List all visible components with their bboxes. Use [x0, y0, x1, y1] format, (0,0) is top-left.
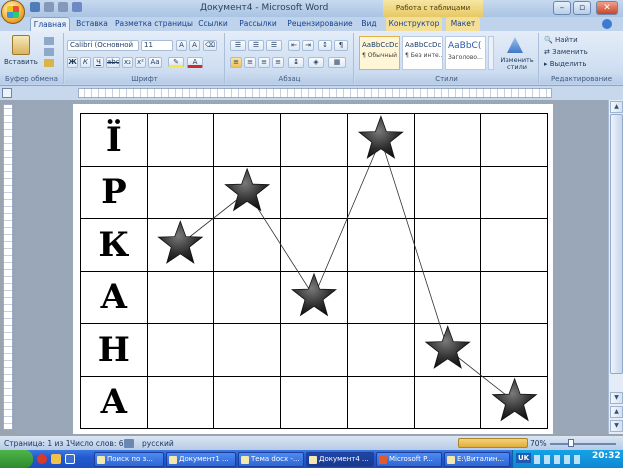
zoom-slider[interactable]: [550, 443, 616, 445]
star-chart: [157, 115, 538, 422]
clock: 20:32: [592, 451, 621, 461]
proofing-icon[interactable]: [124, 439, 134, 448]
taskbar-item[interactable]: E:\Виталин...: [444, 452, 510, 467]
zoom-level[interactable]: 70%: [530, 439, 547, 448]
taskbar-item-active[interactable]: Документ4 ...: [306, 452, 374, 467]
taskbar-app-icon: [241, 456, 249, 464]
series-line: [180, 138, 515, 403]
taskbar-app-icon: [309, 456, 317, 464]
scroll-thumb[interactable]: [610, 114, 623, 374]
tray-icons[interactable]: [534, 455, 584, 464]
zoom-thumb[interactable]: [568, 439, 574, 447]
taskbar-app-icon: [169, 456, 177, 464]
vertical-scrollbar[interactable]: ▲ ▼ ▲ ▼: [608, 100, 623, 434]
taskbar-item[interactable]: Документ1 ...: [166, 452, 236, 467]
view-buttons[interactable]: [458, 438, 528, 448]
page-indicator[interactable]: Страница: 1 из 1: [4, 439, 71, 448]
next-page-icon[interactable]: ▼: [610, 420, 623, 432]
show-desktop-icon[interactable]: [65, 454, 75, 464]
taskbar-item-label: Поиск по з...: [107, 455, 153, 463]
taskbar-item-label: Документ1 ...: [179, 455, 229, 463]
taskbar-app-icon: [379, 456, 387, 464]
prev-page-icon[interactable]: ▲: [610, 406, 623, 418]
star-marker[interactable]: [491, 377, 538, 422]
taskbar-item-label: Тема docx -...: [251, 455, 300, 463]
opera-icon[interactable]: [37, 454, 47, 464]
star-marker[interactable]: [157, 220, 204, 264]
taskbar-item[interactable]: Microsoft P...: [376, 452, 442, 467]
taskbar-item-label: Документ4 ...: [319, 455, 369, 463]
start-button[interactable]: [0, 450, 33, 468]
scroll-down-icon[interactable]: ▼: [610, 392, 623, 404]
star-marker[interactable]: [290, 272, 338, 317]
taskbar-app-icon: [447, 456, 455, 464]
language-bar[interactable]: UK: [516, 453, 532, 463]
scroll-up-icon[interactable]: ▲: [610, 101, 623, 113]
taskbar-item-label: Microsoft P...: [389, 455, 433, 463]
folder-icon[interactable]: [51, 454, 61, 464]
taskbar-item-label: E:\Виталин...: [457, 455, 505, 463]
office-button[interactable]: [1, 0, 25, 24]
status-bar: Страница: 1 из 1 Число слов: 6 русский 7…: [0, 435, 623, 450]
taskbar-item[interactable]: Тема docx -...: [238, 452, 304, 467]
star-marker[interactable]: [357, 115, 404, 159]
word-count[interactable]: Число слов: 6: [70, 439, 124, 448]
language-indicator[interactable]: русский: [142, 439, 174, 448]
taskbar-app-icon: [97, 456, 105, 464]
taskbar-item[interactable]: Поиск по з...: [94, 452, 164, 467]
office-logo-icon: [7, 6, 19, 18]
